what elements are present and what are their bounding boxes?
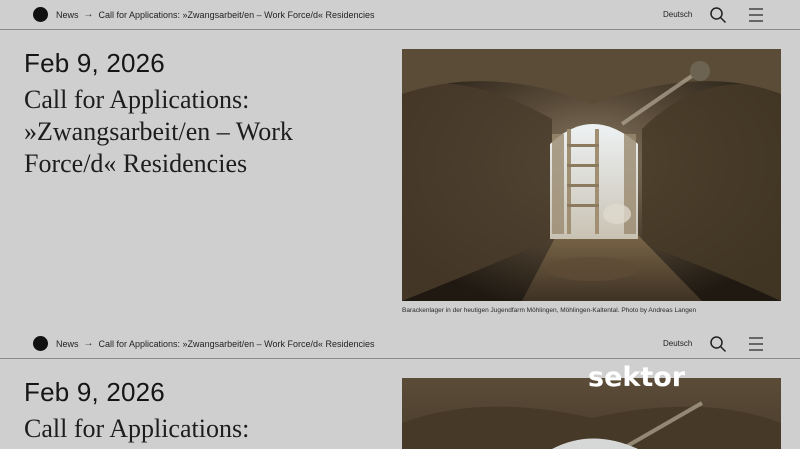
watermark-text: sektor: [588, 362, 686, 393]
breadcrumb: News → Call for Applications: »Zwangsarb…: [56, 338, 374, 349]
search-icon[interactable]: [709, 6, 727, 24]
circle-logo-icon[interactable]: [33, 336, 48, 351]
hamburger-menu-icon[interactable]: [748, 7, 764, 23]
page: News → Call for Applications: »Zwangsarb…: [0, 0, 800, 449]
article-title[interactable]: Call for Applications: »Zwangsarbeit/en …: [24, 84, 384, 180]
language-switch[interactable]: Deutsch: [663, 339, 692, 348]
breadcrumb-current-page: Call for Applications: »Zwangsarbeit/en …: [98, 9, 375, 20]
article-date: Feb 9, 2026: [24, 48, 165, 78]
breadcrumb: News → Call for Applications: »Zwangsarb…: [56, 9, 374, 20]
article-image[interactable]: [402, 49, 781, 301]
breadcrumb-arrow-icon: →: [83, 338, 94, 349]
circle-logo-icon[interactable]: [33, 7, 48, 22]
article-title-line-1: Call for Applications:: [24, 85, 250, 114]
breadcrumb-news-link[interactable]: News: [56, 339, 79, 349]
top-navigation-bar-repeat: News → Call for Applications: »Zwangsarb…: [0, 329, 800, 359]
search-icon[interactable]: [709, 335, 727, 353]
article-title-line-3: Force/d« Residencies: [24, 149, 248, 178]
article-title-line-2: »Zwangsarbeit/en – Work: [24, 117, 293, 146]
hamburger-menu-icon[interactable]: [748, 336, 764, 352]
article-date-repeat: Feb 9, 2026: [24, 377, 165, 407]
article-title-repeat[interactable]: Call for Applications:: [24, 413, 384, 445]
tunnel-photo: [402, 49, 781, 301]
breadcrumb-news-link[interactable]: News: [56, 10, 79, 20]
image-caption: Barackenlager in der heutigen Jugendfarm…: [402, 307, 697, 314]
sektor-watermark-logo: sektor: [588, 362, 686, 393]
breadcrumb-arrow-icon: →: [83, 9, 94, 20]
language-switch[interactable]: Deutsch: [663, 10, 692, 19]
article-title-line-1: Call for Applications:: [24, 414, 250, 443]
top-navigation-bar: News → Call for Applications: »Zwangsarb…: [0, 0, 800, 30]
breadcrumb-current-page: Call for Applications: »Zwangsarbeit/en …: [98, 338, 375, 349]
